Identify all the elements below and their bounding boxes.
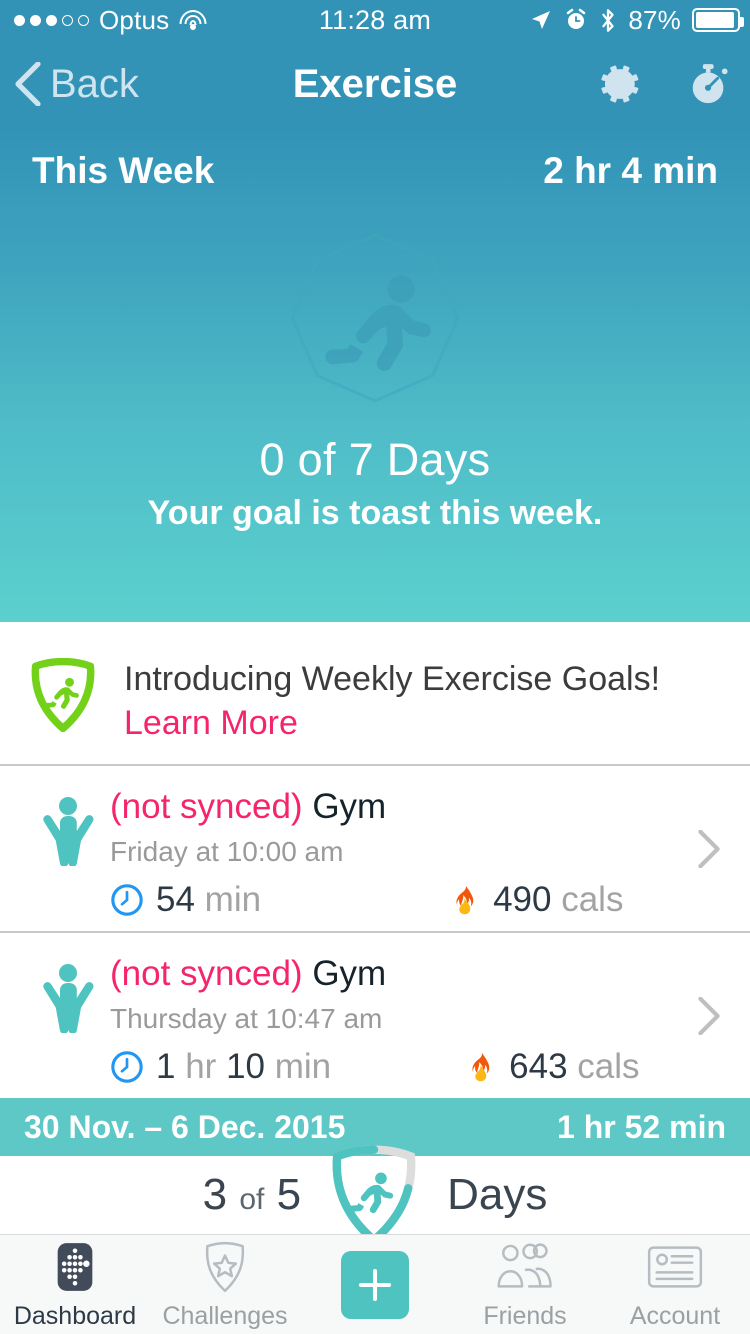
- flame-icon: [463, 1050, 497, 1084]
- clock-icon: [110, 1050, 144, 1084]
- exercise-item-stats: 54 min 490 cals: [110, 880, 670, 920]
- exercise-name: Gym: [312, 787, 386, 826]
- tab-friends-label: Friends: [483, 1302, 566, 1331]
- exercise-duration-text: 1 hr 10 min: [156, 1047, 331, 1087]
- week-goal-done: 3: [203, 1170, 227, 1219]
- exercise-calories-unit: cals: [561, 880, 623, 919]
- person-jumping-icon: [40, 961, 96, 1033]
- exercise-item-title: (not synced) Gym: [110, 786, 670, 828]
- exercise-sync-status: (not synced): [110, 954, 303, 993]
- exercise-calories-stat: 490 cals: [447, 880, 623, 920]
- exercise-item-body: (not synced) Gym Thursday at 10:47 am 1 …: [110, 953, 670, 1087]
- status-bar-right: 87%: [529, 5, 740, 36]
- running-shield-progress-icon: [319, 1143, 429, 1247]
- week-goal-summary[interactable]: 3 of 5 Days: [0, 1156, 750, 1234]
- account-card-icon: [646, 1238, 704, 1296]
- week-date-range: 30 Nov. – 6 Dec. 2015: [24, 1109, 345, 1146]
- tab-account[interactable]: Account: [600, 1238, 750, 1331]
- status-bar: Optus 11:28 am 87%: [0, 0, 750, 40]
- chevron-right-icon[interactable]: [698, 830, 720, 868]
- tab-challenges[interactable]: Challenges: [150, 1238, 300, 1331]
- gear-icon[interactable]: [598, 61, 644, 107]
- exercise-calories-text: 643 cals: [509, 1047, 639, 1087]
- tab-challenges-label: Challenges: [162, 1302, 287, 1331]
- hero-goal-progress: 0 of 7 Days: [0, 434, 750, 486]
- alarm-clock-icon: [564, 8, 588, 32]
- running-person-badge-icon: [285, 228, 465, 408]
- location-arrow-icon: [529, 8, 553, 32]
- exercise-duration-stat: 54 min: [110, 880, 261, 920]
- exercise-list-item[interactable]: (not synced) Gym Friday at 10:00 am 54 m…: [0, 766, 750, 932]
- battery-icon: [692, 8, 740, 32]
- exercise-calories-text: 490 cals: [493, 880, 623, 920]
- exercise-item-time: Thursday at 10:47 am: [110, 1003, 670, 1035]
- tab-bar: Dashboard Challenges: [0, 1234, 750, 1334]
- chevron-right-icon[interactable]: [698, 997, 720, 1035]
- person-jumping-icon: [40, 794, 96, 866]
- fitbit-dots-icon: [46, 1238, 104, 1296]
- exercise-duration-stat: 1 hr 10 min: [110, 1047, 331, 1087]
- star-shield-icon: [196, 1238, 254, 1296]
- plus-icon: [341, 1251, 409, 1319]
- week-goal-count: 3 of 5: [203, 1170, 301, 1220]
- promo-banner-text: Introducing Weekly Exercise Goals! Learn…: [124, 658, 724, 745]
- exercise-calories-value: 490: [493, 880, 551, 919]
- week-goal-target: 5: [277, 1170, 301, 1219]
- exercise-calories-unit: cals: [577, 1047, 639, 1086]
- exercise-item-title: (not synced) Gym: [110, 953, 670, 995]
- exercise-calories-stat: 643 cals: [463, 1047, 639, 1087]
- exercise-calories-value: 643: [509, 1047, 567, 1086]
- flame-icon: [447, 883, 481, 917]
- exercise-duration-hours-unit: hr: [185, 1047, 216, 1086]
- stopwatch-icon[interactable]: [686, 61, 732, 107]
- promo-banner[interactable]: Introducing Weekly Exercise Goals! Learn…: [0, 622, 750, 764]
- exercise-duration-unit: min: [205, 880, 261, 919]
- learn-more-link[interactable]: Learn More: [124, 704, 298, 742]
- hero-goal-message: Your goal is toast this week.: [0, 494, 750, 533]
- tab-dashboard-label: Dashboard: [14, 1302, 136, 1331]
- week-total-duration: 1 hr 52 min: [557, 1109, 726, 1146]
- navigation-actions: [598, 61, 732, 107]
- exercise-duration-text: 54 min: [156, 880, 261, 920]
- exercise-name: Gym: [312, 954, 386, 993]
- promo-banner-message: Introducing Weekly Exercise Goals!: [124, 660, 660, 698]
- exercise-screen: Optus 11:28 am 87%: [0, 0, 750, 1334]
- exercise-duration-value: 54: [156, 880, 195, 919]
- tab-account-label: Account: [630, 1302, 720, 1331]
- exercise-duration-unit: min: [275, 1047, 331, 1086]
- exercise-item-body: (not synced) Gym Friday at 10:00 am 54 m…: [110, 786, 670, 920]
- exercise-sync-status: (not synced): [110, 787, 303, 826]
- battery-percent: 87%: [628, 5, 681, 36]
- hero-period-label: This Week: [32, 150, 214, 192]
- tab-dashboard[interactable]: Dashboard: [0, 1238, 150, 1331]
- week-days-label: Days: [447, 1170, 547, 1220]
- exercise-duration-hours: 1: [156, 1047, 175, 1086]
- tab-add[interactable]: [300, 1251, 450, 1319]
- green-running-shield-icon: [26, 658, 100, 732]
- tab-friends[interactable]: Friends: [450, 1238, 600, 1331]
- friends-icon: [496, 1238, 554, 1296]
- week-goal-joiner: of: [239, 1183, 264, 1216]
- weekly-goal-hero: This Week 2 hr 4 min 0 of 7 Days Your go…: [0, 128, 750, 622]
- exercise-item-time: Friday at 10:00 am: [110, 836, 670, 868]
- navigation-bar: Back Exercise: [0, 40, 750, 128]
- exercise-item-stats: 1 hr 10 min 643 cals: [110, 1047, 670, 1087]
- hero-summary-row: This Week 2 hr 4 min: [0, 150, 750, 192]
- exercise-list-item[interactable]: (not synced) Gym Thursday at 10:47 am 1 …: [0, 933, 750, 1099]
- clock-icon: [110, 883, 144, 917]
- hero-period-total: 2 hr 4 min: [543, 150, 718, 192]
- exercise-duration-minutes: 10: [226, 1047, 265, 1086]
- bluetooth-icon: [599, 8, 617, 33]
